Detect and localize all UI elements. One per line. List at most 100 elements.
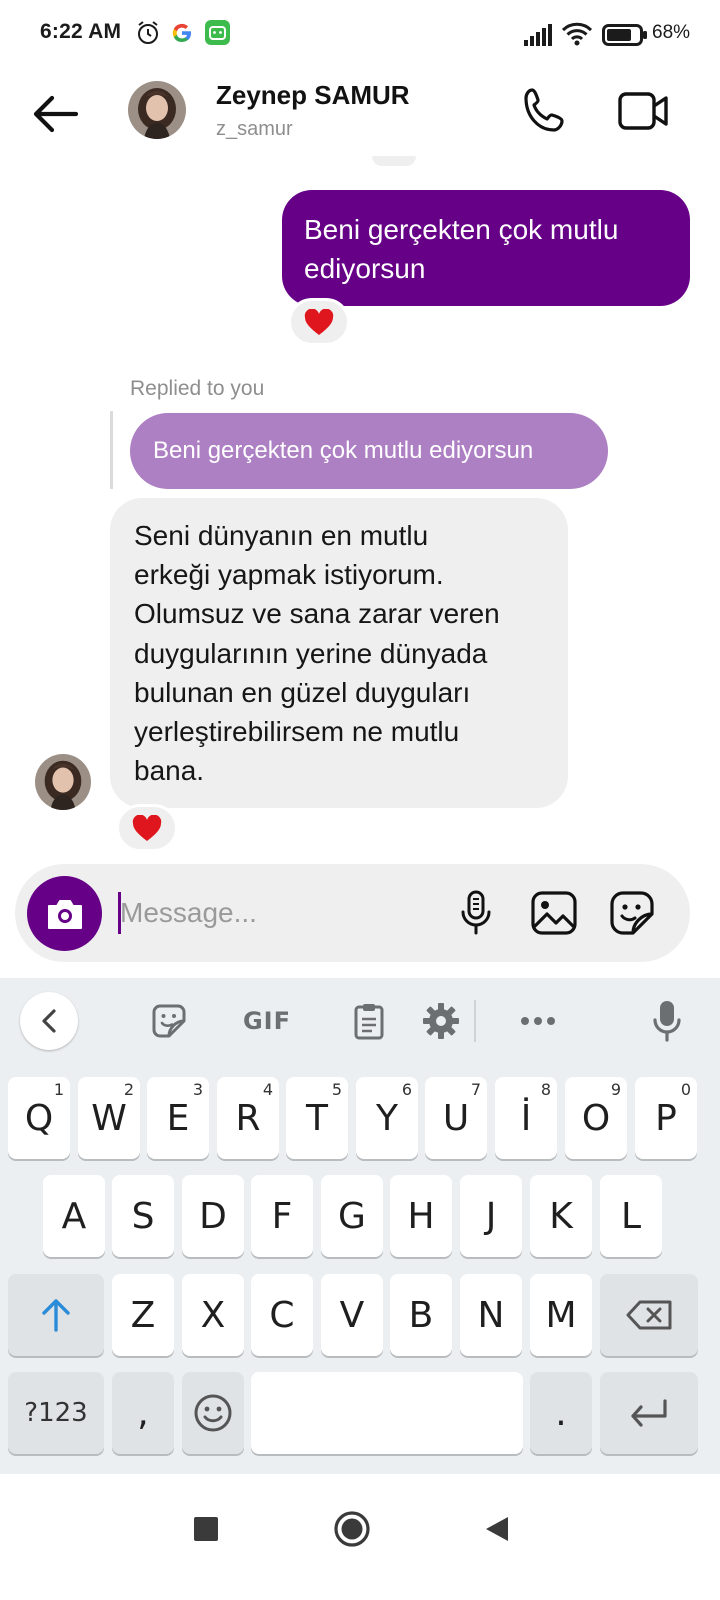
key-label: E — [166, 1097, 190, 1139]
key-r[interactable]: R4 — [217, 1077, 279, 1159]
status-time: 6:22 AM — [40, 20, 122, 43]
keyboard: GIF Q1 W2 E3 R4 T5 Y6 U7 İ8 O9 P0 A S D … — [0, 978, 720, 1474]
key-hint: 1 — [53, 1080, 64, 1099]
camera-button[interactable] — [27, 876, 102, 951]
key-hint: 0 — [680, 1080, 691, 1099]
key-label: Q — [24, 1097, 54, 1139]
comma-key[interactable]: , — [112, 1372, 174, 1454]
microphone-icon — [461, 890, 491, 935]
key-a[interactable]: A — [43, 1175, 105, 1257]
key-j[interactable]: J — [460, 1175, 522, 1257]
key-q[interactable]: Q1 — [8, 1077, 70, 1159]
key-b[interactable]: B — [390, 1274, 452, 1356]
key-hint: 9 — [610, 1080, 621, 1099]
toolbar-divider — [474, 1000, 476, 1042]
message-text-line: duygularının yerine dünyada — [134, 637, 488, 669]
enter-key[interactable] — [600, 1372, 698, 1454]
key-e[interactable]: E3 — [147, 1077, 209, 1159]
key-c[interactable]: C — [251, 1274, 313, 1356]
shift-key[interactable] — [8, 1274, 104, 1356]
more-icon — [521, 1017, 555, 1025]
key-w[interactable]: W2 — [78, 1077, 140, 1159]
sticker-button[interactable] — [607, 888, 657, 938]
voice-call-button[interactable] — [520, 86, 572, 136]
video-call-button[interactable] — [614, 86, 672, 136]
gallery-button[interactable] — [529, 888, 579, 938]
chat-header: Zeynep SAMUR z_samur — [0, 70, 720, 160]
message-text-line: Olumsuz ve sana zarar veren — [134, 598, 500, 630]
key-f[interactable]: F — [251, 1175, 313, 1257]
avatar[interactable] — [128, 81, 186, 139]
enter-icon — [631, 1399, 667, 1427]
emoji-icon — [194, 1394, 232, 1432]
key-label: O — [581, 1097, 611, 1139]
key-i-dotted[interactable]: İ8 — [495, 1077, 557, 1159]
message-text-line: Seni dünyanın en mutlu — [134, 520, 429, 551]
reaction-badge[interactable] — [116, 804, 178, 852]
key-hint: 3 — [192, 1080, 203, 1099]
key-label: Y — [376, 1097, 398, 1139]
key-v[interactable]: V — [321, 1274, 383, 1356]
sender-avatar[interactable] — [35, 754, 91, 810]
message-text-line: bana. — [134, 755, 205, 787]
message-composer — [15, 864, 690, 962]
key-u[interactable]: U7 — [425, 1077, 487, 1159]
key-p[interactable]: P0 — [635, 1077, 697, 1159]
video-camera-icon — [618, 92, 668, 130]
keyboard-settings-button[interactable] — [418, 998, 464, 1044]
back-nav-button[interactable] — [472, 1504, 522, 1554]
space-key[interactable] — [251, 1372, 523, 1454]
key-hint: 5 — [331, 1080, 342, 1099]
voice-input-button[interactable] — [644, 998, 690, 1044]
key-z[interactable]: Z — [112, 1274, 174, 1356]
key-s[interactable]: S — [112, 1175, 174, 1257]
contact-username[interactable]: z_samur — [216, 118, 293, 141]
message-input[interactable] — [120, 886, 440, 940]
more-options-button[interactable] — [514, 998, 562, 1044]
reaction-badge[interactable] — [288, 298, 350, 346]
google-icon — [170, 21, 194, 50]
reply-indicator-bar — [110, 411, 113, 489]
status-bar: 6:22 AM 68% — [0, 0, 720, 70]
key-d[interactable]: D — [182, 1175, 244, 1257]
sticker-icon — [152, 1004, 186, 1038]
gif-button[interactable]: GIF — [236, 998, 298, 1044]
quoted-message[interactable]: Beni gerçekten çok mutlu ediyorsun — [130, 413, 608, 489]
incoming-message[interactable]: Seni dünyanın en mutlu erkeği yapmak ist… — [110, 498, 568, 808]
message-text-line: Beni gerçekten çok mutlu — [304, 214, 619, 245]
recent-apps-button[interactable] — [181, 1504, 231, 1554]
recent-apps-icon — [194, 1517, 218, 1541]
key-hint: 6 — [401, 1080, 412, 1099]
toolbar-sticker-button[interactable] — [146, 998, 192, 1044]
outgoing-message[interactable]: Beni gerçekten çok mutlu ediyorsun — [282, 190, 690, 306]
key-l[interactable]: L — [600, 1175, 662, 1257]
key-g[interactable]: G — [321, 1175, 383, 1257]
key-m[interactable]: M — [530, 1274, 592, 1356]
period-key[interactable]: . — [530, 1372, 592, 1454]
key-o[interactable]: O9 — [565, 1077, 627, 1159]
backspace-key[interactable] — [600, 1274, 698, 1356]
clipboard-button[interactable] — [346, 998, 392, 1044]
contact-name[interactable]: Zeynep SAMUR — [216, 80, 410, 111]
gallery-icon — [531, 891, 577, 935]
keyboard-toolbar: GIF — [0, 978, 720, 1066]
key-x[interactable]: X — [182, 1274, 244, 1356]
key-t[interactable]: T5 — [286, 1077, 348, 1159]
emoji-key[interactable] — [182, 1372, 244, 1454]
replied-to-you-label: Replied to you — [130, 377, 265, 400]
voice-message-button[interactable] — [451, 888, 501, 938]
home-button[interactable] — [327, 1504, 377, 1554]
key-n[interactable]: N — [460, 1274, 522, 1356]
collapse-toolbar-button[interactable] — [20, 992, 78, 1050]
key-label: U — [442, 1097, 470, 1139]
back-button[interactable] — [28, 90, 80, 138]
wifi-icon — [561, 22, 593, 51]
alarm-icon — [136, 20, 160, 51]
collapse-icon — [42, 1009, 56, 1033]
key-h[interactable]: H — [390, 1175, 452, 1257]
message-text-line: erkeği yapmak istiyorum. — [134, 559, 444, 591]
key-y[interactable]: Y6 — [356, 1077, 418, 1159]
key-k[interactable]: K — [530, 1175, 592, 1257]
symbols-key[interactable]: ?123 — [8, 1372, 104, 1454]
shift-icon — [42, 1299, 70, 1332]
